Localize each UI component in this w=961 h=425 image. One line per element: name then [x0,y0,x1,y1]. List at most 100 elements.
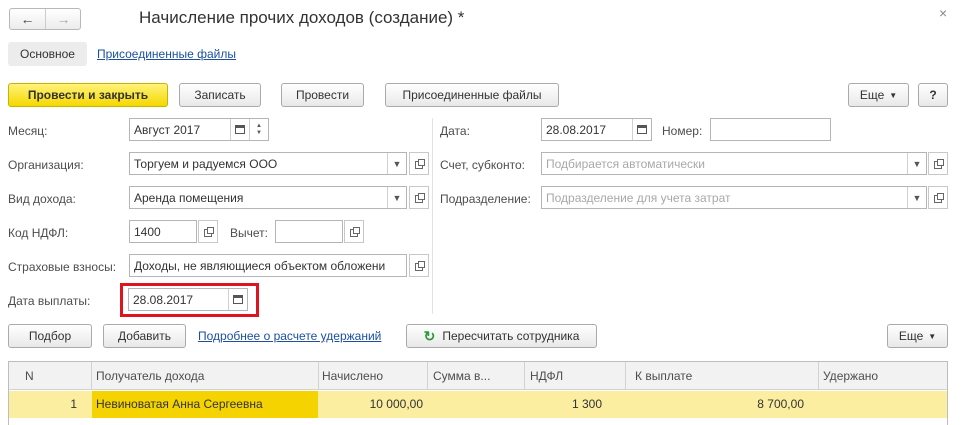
open-icon [203,227,214,237]
row-recipient[interactable]: Невиноватая Анна Сергеевна [96,391,316,417]
open-icon [414,261,425,271]
department-placeholder: Подразделение для учета затрат [546,190,731,205]
post-and-close-button[interactable]: Провести и закрыть [8,83,168,107]
row-accrued[interactable]: 10 000,00 [319,391,423,417]
chevron-down-icon: ▼ [889,90,898,100]
close-icon[interactable]: × [939,6,947,20]
chevron-down-icon: ▼ [912,158,922,169]
forward-button[interactable]: → [46,9,81,29]
payment-date-field[interactable]: 28.08.2017 [128,288,248,311]
row-n: 1 [70,397,77,411]
chevron-down-icon: ▼ [392,158,402,169]
month-value: Август 2017 [134,122,201,137]
back-button[interactable]: ← [10,9,46,29]
post-button[interactable]: Провести [281,83,364,107]
date-field[interactable]: 28.08.2017 [541,118,652,141]
ndfl-code-label: Код НДФЛ: [8,226,69,240]
month-field[interactable]: Август 2017 ▲ ▼ [129,118,269,141]
attached-files-button[interactable]: Присоединенные файлы [385,83,559,107]
income-type-label: Вид дохода: [8,192,76,206]
calendar-button[interactable] [230,119,249,140]
col-ndfl-header[interactable]: НДФЛ [530,363,563,389]
col-payout-header[interactable]: К выплате [635,363,692,389]
department-open-button[interactable] [928,186,948,209]
refresh-icon: ↻ [423,327,436,344]
department-dropdown[interactable]: ▼ [907,187,926,208]
row-payout[interactable]: 8 700,00 [626,391,804,417]
header-divider [818,362,819,390]
tab-attached-files[interactable]: Присоединенные файлы [97,47,236,61]
tab-main[interactable]: Основное [8,42,87,66]
date-value: 28.08.2017 [546,122,607,137]
chevron-down-icon: ▼ [392,192,402,203]
header-divider [318,362,319,390]
col-n-header[interactable]: N [25,363,34,389]
open-icon [414,193,425,203]
deduction-field[interactable] [275,220,343,243]
chevron-down-icon: ▼ [928,331,937,341]
insurance-value: Доходы, не являющиеся объектом обложени [134,258,386,273]
organization-open-button[interactable] [409,152,429,175]
header-divider [625,362,626,390]
calendar-button[interactable] [228,289,247,310]
header-divider [91,362,92,390]
save-button[interactable]: Записать [179,83,261,107]
date-label: Дата: [440,124,470,138]
stepper-down-icon: ▼ [256,129,262,136]
ndfl-code-field[interactable]: 1400 [129,220,197,243]
ndfl-code-open-button[interactable] [198,220,218,243]
col-recipient-header[interactable]: Получатель дохода [96,363,204,389]
calendar-button[interactable] [632,119,651,140]
withholding-details-link[interactable]: Подробнее о расчете удержаний [198,329,381,343]
account-dropdown[interactable]: ▼ [907,153,926,174]
open-icon [933,193,944,203]
row-sum[interactable] [428,391,520,417]
column-divider [432,118,433,314]
recalculate-label: Пересчитать сотрудника [442,329,580,343]
payment-date-value: 28.08.2017 [133,292,194,307]
number-field[interactable] [710,118,831,141]
account-placeholder: Подбирается автоматически [546,156,705,171]
income-type-dropdown[interactable]: ▼ [387,187,406,208]
organization-field[interactable]: Торгуем и радуемся ООО ▼ [129,152,407,175]
help-button[interactable]: ? [918,83,948,107]
organization-dropdown[interactable]: ▼ [387,153,406,174]
header-divider [427,362,428,390]
row-withheld[interactable] [819,391,943,417]
account-field[interactable]: Подбирается автоматически ▼ [541,152,927,175]
recalculate-employee-button[interactable]: ↻ Пересчитать сотрудника [406,324,597,348]
income-type-open-button[interactable] [409,186,429,209]
stepper-up-icon: ▲ [256,122,262,129]
col-accrued-header[interactable]: Начислено [322,363,383,389]
payment-date-label: Дата выплаты: [8,294,91,308]
chevron-down-icon: ▼ [912,192,922,203]
department-field[interactable]: Подразделение для учета затрат ▼ [541,186,927,209]
insurance-field[interactable]: Доходы, не являющиеся объектом обложени [129,254,407,277]
back-forward-group: ← → [9,8,81,30]
select-button[interactable]: Подбор [8,324,92,348]
col-sum-header[interactable]: Сумма в... [433,363,490,389]
row-ndfl[interactable]: 1 300 [525,391,602,417]
month-stepper[interactable]: ▲ ▼ [249,119,268,140]
open-icon [414,159,425,169]
more-label: Еще [859,88,885,102]
add-button[interactable]: Добавить [103,324,186,348]
calendar-icon [233,295,243,304]
table-more-button[interactable]: Еще ▼ [887,324,948,348]
income-type-field[interactable]: Аренда помещения ▼ [129,186,407,209]
window-title: Начисление прочих доходов (создание) * [139,8,465,27]
month-label: Месяц: [8,124,48,138]
organization-label: Организация: [8,158,84,172]
more-label: Еще [898,329,924,343]
calendar-icon [637,125,647,134]
deduction-open-button[interactable] [344,220,364,243]
insurance-open-button[interactable] [409,254,429,277]
account-open-button[interactable] [928,152,948,175]
department-label: Подразделение: [440,192,531,206]
more-button[interactable]: Еще ▼ [848,83,909,107]
calendar-icon [235,125,245,134]
organization-value: Торгуем и радуемся ООО [134,156,278,171]
number-label: Номер: [662,124,703,138]
col-withheld-header[interactable]: Удержано [823,363,878,389]
header-divider [524,362,525,390]
